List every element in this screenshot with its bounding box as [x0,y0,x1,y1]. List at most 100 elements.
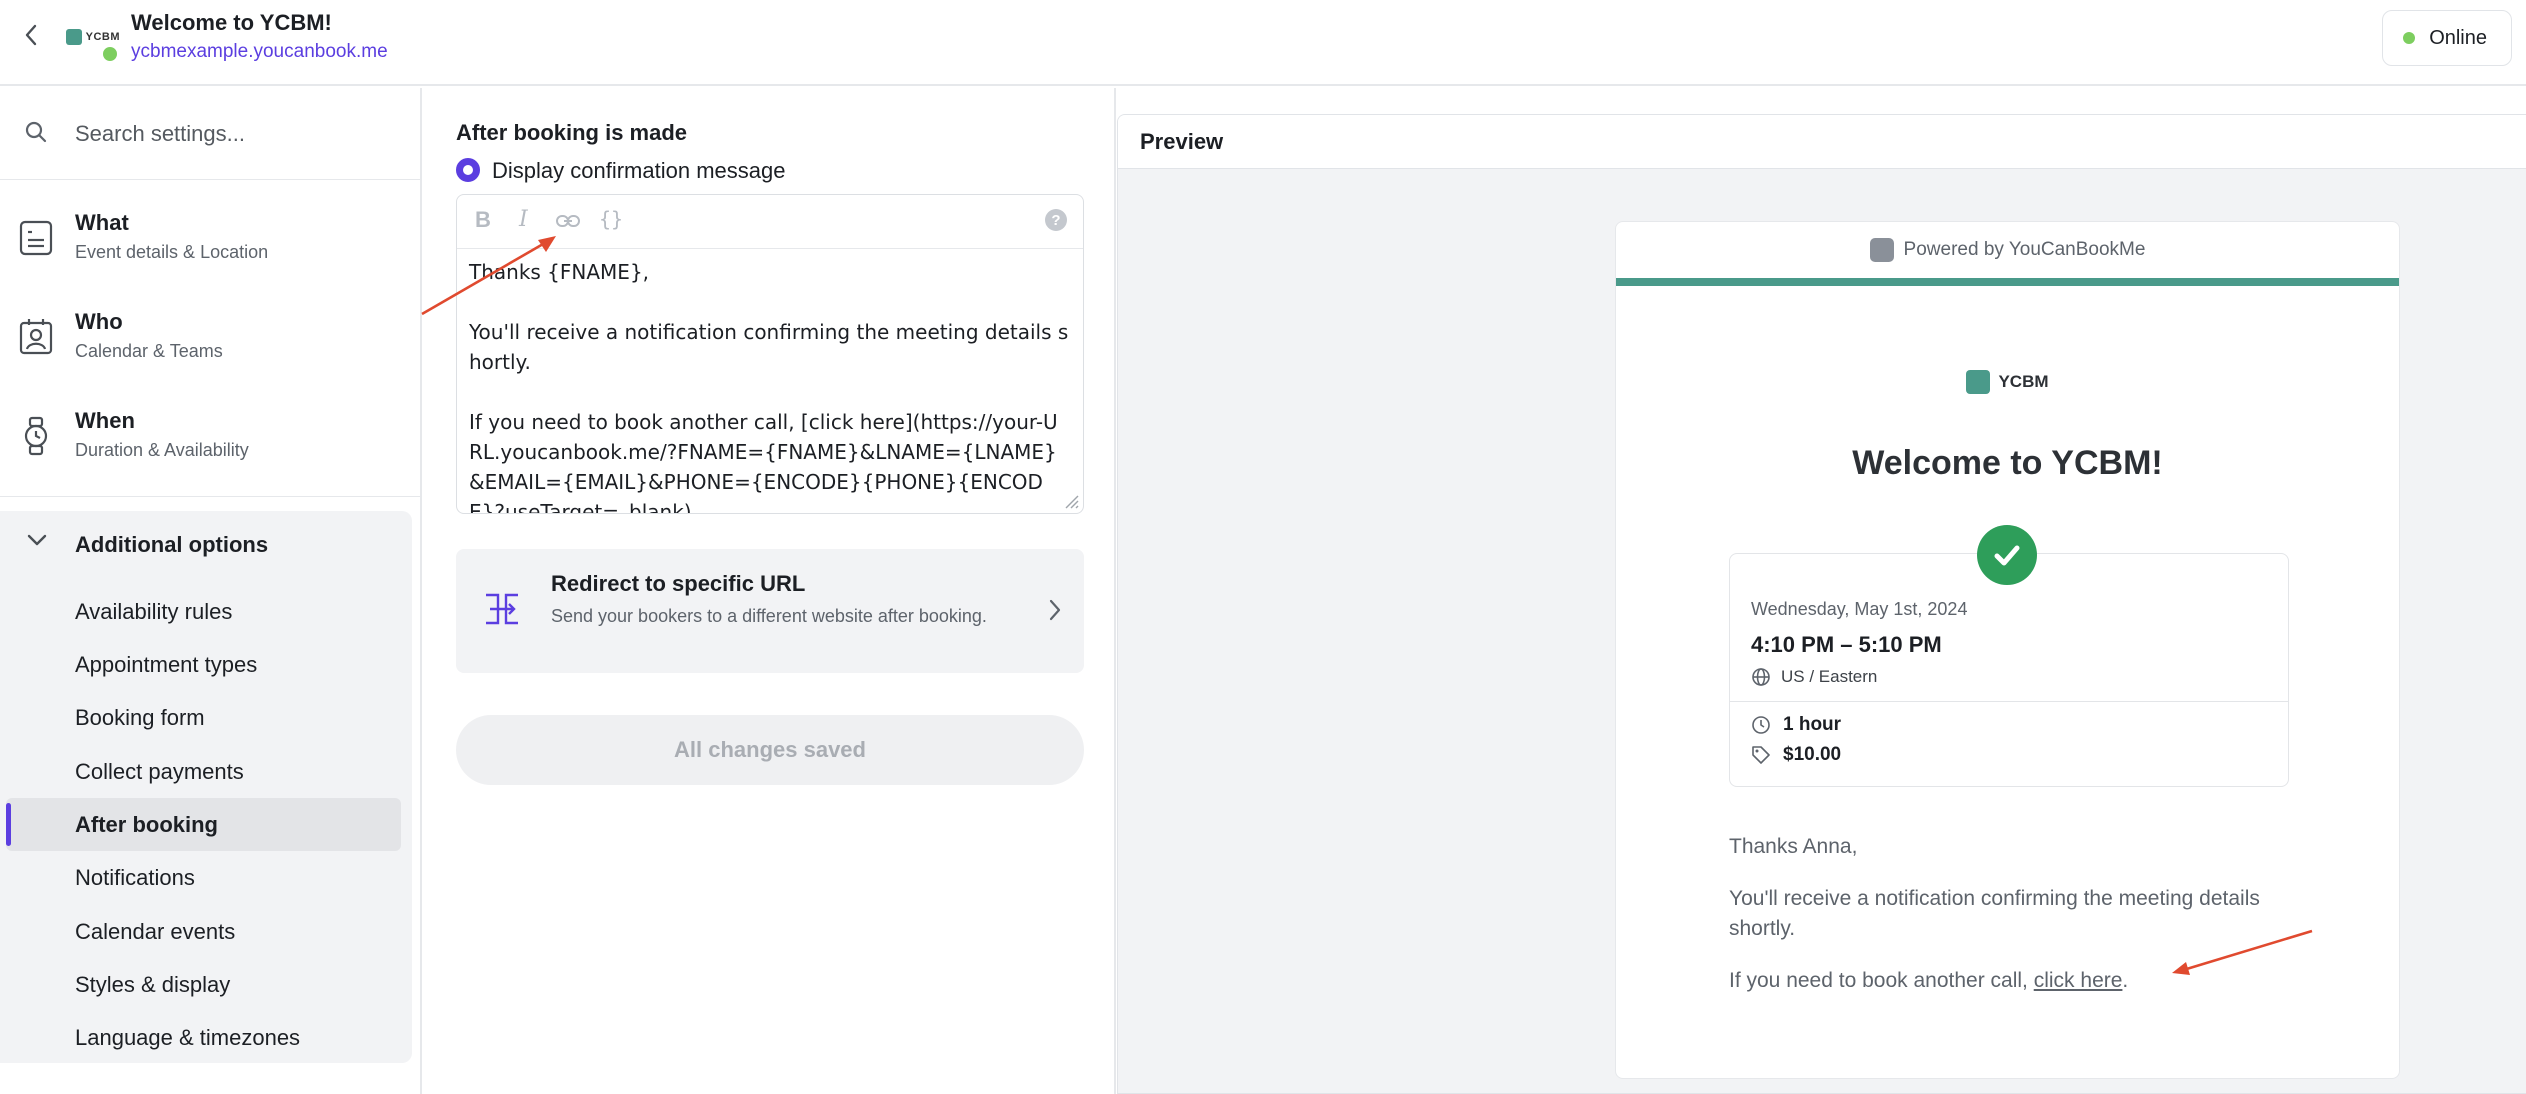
booking-summary: Wednesday, May 1st, 2024 4:10 PM – 5:10 … [1729,553,2289,787]
logo-mark-icon [66,29,82,45]
sidebar-item-styles-display[interactable]: Styles & display [6,958,401,1011]
variables-button[interactable]: {} [599,207,623,231]
clock-icon [1752,716,1770,734]
confirmation-radio-label[interactable]: Display confirmation message [492,158,785,184]
sidebar-item-label: What [75,210,129,235]
search-input[interactable] [75,112,395,156]
sidebar-item-sublabel: Duration & Availability [75,440,249,460]
sidebar-item-sublabel: Calendar & Teams [75,341,223,361]
italic-button[interactable]: I [519,207,528,232]
redirect-url-option[interactable]: Redirect to specific URL Send your booke… [456,549,1084,673]
online-indicator-dot [100,44,120,64]
timezone-label: US / Eastern [1781,667,1878,686]
status-toggle[interactable]: Online [2382,10,2512,66]
sidebar-subitem-label: Appointment types [75,652,258,677]
redirect-description: Send your bookers to a different website… [551,606,987,626]
sidebar-item-what[interactable]: What Event details & Location [0,192,420,284]
welcome-heading: Welcome to YCBM! [1852,444,2163,482]
success-check-icon [1977,525,2037,585]
status-label: Online [2429,26,2487,49]
additional-options-panel: Additional options Availability rules Ap… [0,511,412,1063]
sidebar-subitem-label: Calendar events [75,919,236,944]
settings-panel: After booking is made Display confirmati… [424,88,1116,1094]
sidebar: What Event details & Location Who Calend… [0,88,422,1094]
document-list-icon [19,220,53,256]
search-bar [0,88,420,180]
resize-handle-icon[interactable] [1063,493,1079,509]
logo-text: YCBM [85,31,120,43]
brand-mark-icon [1966,370,1991,394]
save-button[interactable]: All changes saved [456,715,1084,785]
sidebar-item-after-booking[interactable]: After booking [6,798,401,851]
sidebar-subitem-label: Booking form [75,705,205,730]
brand-logo: YCBM [1616,370,2399,394]
sidebar-item-collect-payments[interactable]: Collect payments [6,745,401,798]
booking-price: $10.00 [1751,744,1841,766]
sidebar-subitem-label: Collect payments [75,759,244,784]
sidebar-subitem-label: Notifications [75,865,195,890]
powered-by-banner[interactable]: Powered by YouCanBookMe [1616,222,2399,278]
price-label: $10.00 [1783,744,1842,765]
brand-name: YCBM [1998,372,2049,391]
sidebar-subitem-label: Availability rules [75,599,233,624]
click-here-link[interactable]: click here [2034,969,2123,992]
confirmation-radio[interactable] [456,158,480,182]
sidebar-item-notifications[interactable]: Notifications [6,851,401,904]
chevron-left-icon [25,24,37,46]
message-greeting: Thanks Anna, [1729,835,1858,858]
redirect-title: Redirect to specific URL [551,571,806,596]
section-title: After booking is made [456,120,688,145]
globe-icon [1752,668,1770,686]
accent-bar [1616,278,2399,286]
confirmation-card: Powered by YouCanBookMe YCBM Welcome to … [1615,221,2400,1079]
preview-title: Preview [1140,129,1224,154]
message-editor: B I {} ? Thanks {FNAME}, You'll receive … [456,194,1084,514]
watch-icon [24,416,48,456]
chevron-down-icon [27,534,47,546]
preview-panel: Preview Powered by YouCanBookMe YCBM Wel… [1117,114,2526,1094]
editor-toolbar: B I {} ? [457,195,1083,249]
sidebar-subitem-label: Styles & display [75,972,231,997]
page-title: Welcome to YCBM! [131,10,332,35]
redirect-icon [486,593,518,625]
sidebar-item-label: When [75,408,135,433]
message-link-suffix: . [2122,969,2129,992]
sidebar-item-label: Who [75,309,123,334]
top-bar: YCBM Welcome to YCBM! ycbmexample.youcan… [0,0,2526,86]
powered-by-label: Powered by YouCanBookMe [1903,239,2146,260]
help-icon[interactable]: ? [1045,209,1067,231]
bold-button[interactable]: B [475,207,491,233]
sidebar-subitem-label: After booking [75,812,218,837]
booking-timezone: US / Eastern [1751,667,1877,687]
price-tag-icon [1752,746,1770,764]
sidebar-subitem-label: Language & timezones [75,1025,301,1050]
search-icon [25,121,47,143]
chevron-right-icon [1049,599,1061,621]
link-button[interactable] [555,209,581,235]
sidebar-item-who[interactable]: Who Calendar & Teams [0,291,420,383]
duration-label: 1 hour [1783,714,1842,735]
additional-options-label: Additional options [75,532,269,557]
sidebar-item-booking-form[interactable]: Booking form [6,691,401,744]
sidebar-item-calendar-events[interactable]: Calendar events [6,905,401,958]
ycbm-logo-icon [1869,238,1894,262]
additional-options-toggle[interactable]: Additional options [0,511,412,577]
sidebar-item-when[interactable]: When Duration & Availability [0,390,420,482]
summary-divider [1730,701,2288,702]
back-button[interactable] [18,22,44,48]
message-link-prefix: If you need to book another call, [1729,969,2034,992]
link-icon [556,215,580,227]
site-url-link[interactable]: ycbmexample.youcanbook.me [131,41,388,63]
booking-duration: 1 hour [1751,714,1841,736]
contact-card-icon [19,319,53,355]
message-body: You'll receive a notification confirming… [1729,887,2260,940]
sidebar-item-appointment-types[interactable]: Appointment types [6,638,401,691]
sidebar-item-availability-rules[interactable]: Availability rules [6,585,401,638]
sidebar-divider [0,496,420,497]
online-dot-icon [2403,32,2416,44]
sidebar-item-sublabel: Event details & Location [75,242,269,262]
sidebar-item-language-timezones[interactable]: Language & timezones [6,1011,401,1064]
booking-time: 4:10 PM – 5:10 PM [1751,632,1942,657]
message-textarea[interactable]: Thanks {FNAME}, You'll receive a notific… [469,257,1069,513]
message-link-line: If you need to book another call, click … [1729,966,2289,996]
